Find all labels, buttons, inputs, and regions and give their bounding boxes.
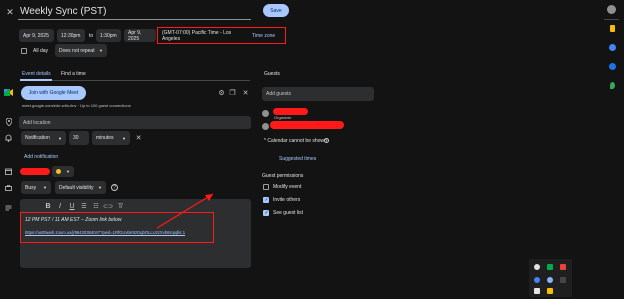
briefcase-icon — [4, 183, 13, 192]
close-meet-icon[interactable]: ✕ — [241, 88, 250, 97]
underline-icon[interactable]: U — [68, 202, 76, 211]
redacted-organizer-name — [273, 108, 308, 115]
to-label: to — [89, 33, 94, 39]
busy-label: Busy — [25, 184, 37, 191]
chevron-down-icon: ▼ — [122, 135, 126, 141]
calendar-icon — [4, 167, 13, 176]
bulleted-list-icon[interactable]: ☷ — [92, 202, 100, 211]
add-notification-link[interactable]: Add notification — [24, 154, 58, 160]
description-icon — [4, 203, 13, 212]
notification-type-label: Notification — [25, 135, 50, 141]
chevron-down-icon: ▼ — [43, 185, 47, 190]
bold-icon[interactable]: B — [44, 202, 52, 211]
join-google-meet-button[interactable]: Join with Google Meet — [21, 86, 86, 100]
chevron-down-icon: ▼ — [99, 48, 103, 53]
organizer-label: Organizer — [274, 115, 292, 120]
see-guest-list-checkbox[interactable] — [263, 210, 269, 216]
timezone-button[interactable]: Time zone — [252, 33, 275, 39]
bell-icon — [4, 133, 13, 142]
chevron-down-icon: ▼ — [66, 169, 70, 174]
meet-info: meet.google.com/ede-wltn-itnv · Up to 10… — [22, 103, 131, 108]
calendar-note: * Calendar cannot be shown — [264, 138, 327, 144]
google-meet-icon — [4, 88, 13, 97]
close-icon[interactable]: ✕ — [5, 7, 15, 17]
notification-value-input[interactable]: 30 — [69, 131, 89, 145]
zoom-link[interactable]: https://us05web.zoom.us/j/88420384047?pw… — [25, 230, 185, 235]
location-icon — [4, 117, 13, 126]
floating-toolbar — [529, 259, 572, 297]
notification-unit-select[interactable]: minutes ▼ — [92, 131, 130, 145]
tab-event-details[interactable]: Event details — [22, 71, 51, 77]
all-day-label: All day — [33, 48, 49, 54]
notification-unit-label: minutes — [96, 135, 114, 141]
remove-notification-icon[interactable]: ✕ — [134, 133, 143, 142]
globe-icon[interactable] — [534, 277, 540, 283]
avatar — [262, 123, 269, 130]
clear-format-icon[interactable]: T̸ — [116, 202, 124, 211]
redacted-calendar-name — [20, 168, 50, 175]
chat-icon[interactable] — [534, 264, 540, 270]
expand-icon[interactable] — [534, 288, 540, 294]
see-guest-list-label: See guest list — [273, 210, 304, 216]
join-google-meet-label: Join with Google Meet — [28, 90, 79, 96]
gemini-icon[interactable] — [547, 277, 553, 283]
avatar — [262, 110, 269, 117]
numbered-list-icon[interactable]: ☰ — [80, 202, 88, 211]
add-guests-input[interactable]: Add guests — [262, 87, 374, 101]
meet-icon[interactable] — [547, 264, 553, 270]
suggested-times-link[interactable]: Suggested times — [279, 156, 316, 162]
keep-icon[interactable] — [610, 25, 615, 32]
modify-event-checkbox[interactable] — [263, 184, 269, 190]
all-day-checkbox[interactable] — [21, 48, 27, 54]
pen-icon[interactable] — [560, 277, 566, 283]
notification-type-select[interactable]: Notification ▼ — [21, 131, 66, 145]
busy-select[interactable]: Busy ▼ — [21, 181, 51, 194]
drive-icon[interactable] — [547, 288, 553, 294]
help-icon[interactable]: ? — [323, 137, 330, 144]
end-date[interactable]: Apr 9, 2025 — [124, 29, 156, 42]
maps-icon[interactable] — [610, 82, 615, 89]
tab-find-a-time[interactable]: Find a time — [61, 71, 86, 77]
save-button-label: Save — [270, 7, 282, 14]
annotation-arrow — [156, 193, 214, 229]
repeat-label: Does not repeat — [59, 47, 95, 54]
start-date[interactable]: Apr 9, 2025 — [19, 29, 54, 42]
tasks-icon[interactable] — [609, 44, 616, 51]
account-avatar[interactable] — [607, 5, 616, 14]
event-color-select[interactable]: ▼ — [52, 166, 74, 177]
link-icon[interactable]: ⊂⊃ — [103, 202, 113, 211]
redacted-guest-name — [270, 121, 344, 129]
tabs-divider — [20, 80, 250, 81]
event-title[interactable]: Weekly Sync (PST) — [20, 6, 107, 17]
gear-icon[interactable]: ⚙ — [217, 88, 226, 97]
modify-event-label: Modify event — [273, 184, 302, 190]
slides-icon[interactable] — [560, 264, 566, 270]
end-time[interactable]: 1:30pm — [96, 29, 121, 42]
guests-heading: Guests — [264, 71, 280, 77]
invite-others-label: Invite others — [273, 197, 301, 203]
copy-icon[interactable]: ❐ — [228, 88, 237, 97]
description-line1: 12 PM PST / 11 AM EST – Zoom link below — [25, 217, 122, 223]
side-rail-divider — [604, 19, 619, 20]
tab-active-indicator — [20, 79, 52, 81]
repeat-select[interactable]: Does not repeat ▼ — [55, 44, 107, 57]
invite-others-checkbox[interactable] — [263, 197, 269, 203]
start-time[interactable]: 12:30pm — [57, 29, 85, 42]
italic-icon[interactable]: I — [56, 202, 64, 211]
chevron-down-icon: ▼ — [98, 185, 102, 190]
visibility-select[interactable]: Default visibility ▼ — [55, 181, 106, 194]
guest-permissions-heading: Guest permissions — [262, 173, 304, 179]
visibility-label: Default visibility — [59, 184, 94, 191]
help-icon[interactable]: ? — [110, 183, 119, 192]
timezone-select[interactable]: (GMT-07:00) Pacific Time - Los Angeles — [158, 29, 250, 42]
title-underline — [18, 19, 251, 20]
save-button[interactable]: Save — [263, 4, 289, 17]
location-input[interactable]: Add location — [19, 116, 251, 129]
contacts-icon[interactable] — [609, 63, 616, 70]
chevron-down-icon: ▼ — [58, 135, 62, 141]
event-color-swatch — [56, 169, 61, 174]
